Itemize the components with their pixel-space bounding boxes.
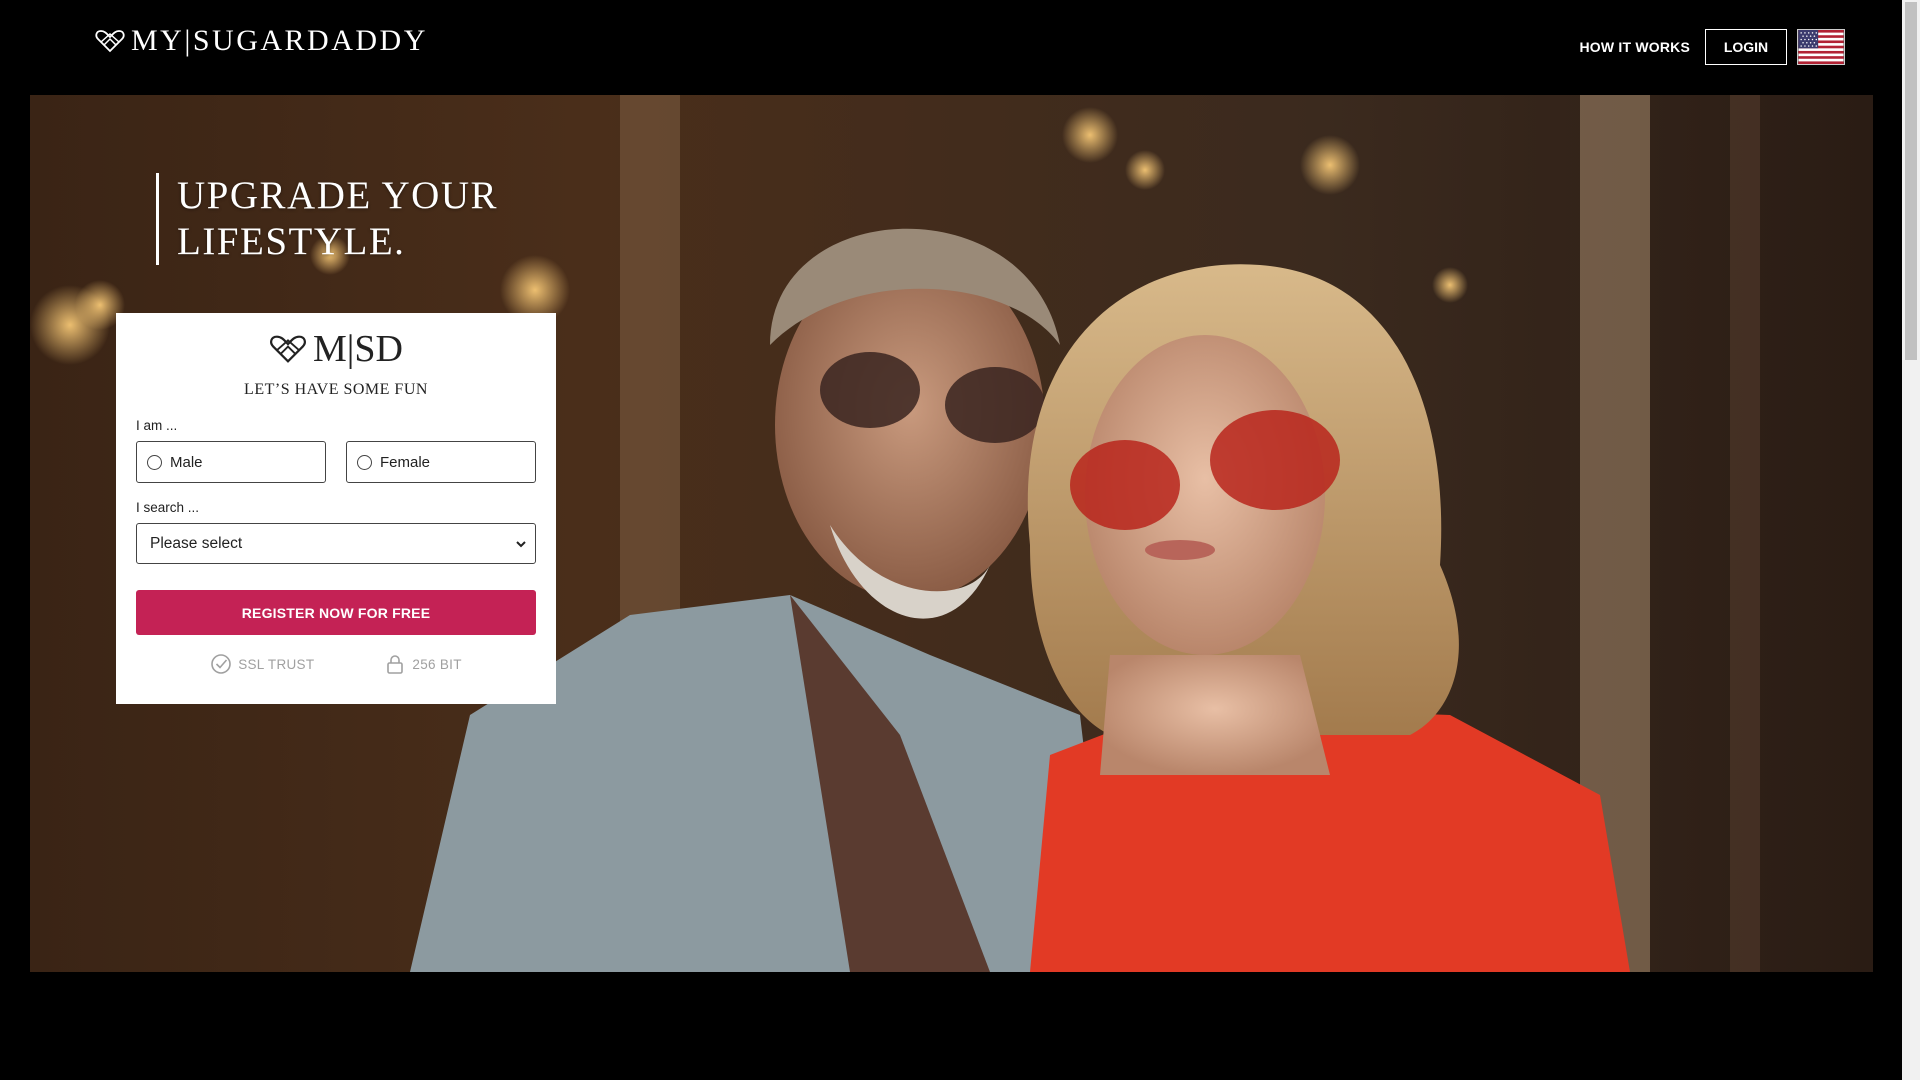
headline-line-1: UPGRADE YOUR — [177, 174, 498, 217]
lock-icon — [387, 655, 404, 674]
card-logo: M|SD — [136, 327, 536, 371]
top-nav: HOW IT WORKS LOGIN — [1580, 29, 1845, 65]
login-button[interactable]: LOGIN — [1705, 29, 1787, 65]
gender-female-option[interactable]: Female — [346, 441, 536, 483]
site-header: MY|SUGARDADDY HOW IT WORKS LOGIN — [0, 0, 1902, 95]
register-button[interactable]: REGISTER NOW FOR FREE — [136, 590, 536, 635]
bit-encryption-label: 256 BIT — [412, 656, 462, 672]
gender-label: I am ... — [136, 418, 178, 433]
radio-female-label: Female — [380, 453, 431, 471]
heart-logo-icon — [270, 335, 306, 363]
hero-section: UPGRADE YOUR LIFESTYLE. M|SD LET’S HAVE … — [30, 95, 1873, 972]
gender-male-option[interactable]: Male — [136, 441, 326, 483]
headline-line-2: LIFESTYLE. — [177, 220, 406, 263]
heart-logo-icon — [95, 30, 125, 53]
page-scrollbar[interactable] — [1902, 0, 1920, 1080]
search-select-value: Please select — [150, 534, 243, 552]
ssl-trust-badge: SSL TRUST — [210, 653, 314, 675]
gender-radio-group: Male Female — [136, 441, 536, 483]
scrollbar-thumb[interactable] — [1905, 2, 1917, 360]
us-flag-icon[interactable] — [1797, 29, 1845, 65]
chevron-down-icon — [516, 540, 526, 547]
brand-name: MY|SUGARDADDY — [131, 24, 428, 57]
trust-badges: SSL TRUST 256 BIT — [136, 653, 536, 675]
radio-male-label: Male — [170, 453, 203, 471]
hero-headline: UPGRADE YOUR LIFESTYLE. — [156, 173, 576, 265]
brand-logo[interactable]: MY|SUGARDADDY — [95, 24, 428, 58]
radio-male[interactable] — [147, 454, 162, 470]
card-brand: M|SD — [313, 328, 403, 370]
radio-female[interactable] — [357, 454, 372, 470]
bit-encryption-badge: 256 BIT — [384, 653, 461, 675]
check-circle-icon — [211, 654, 231, 674]
registration-card: M|SD LET’S HAVE SOME FUN I am ... Male F… — [116, 313, 556, 704]
tagline: LET’S HAVE SOME FUN — [244, 381, 428, 398]
search-label: I search ... — [136, 500, 200, 515]
how-it-works-link[interactable]: HOW IT WORKS — [1580, 39, 1691, 55]
search-select[interactable]: Please select — [136, 523, 536, 564]
ssl-trust-label: SSL TRUST — [238, 656, 315, 672]
